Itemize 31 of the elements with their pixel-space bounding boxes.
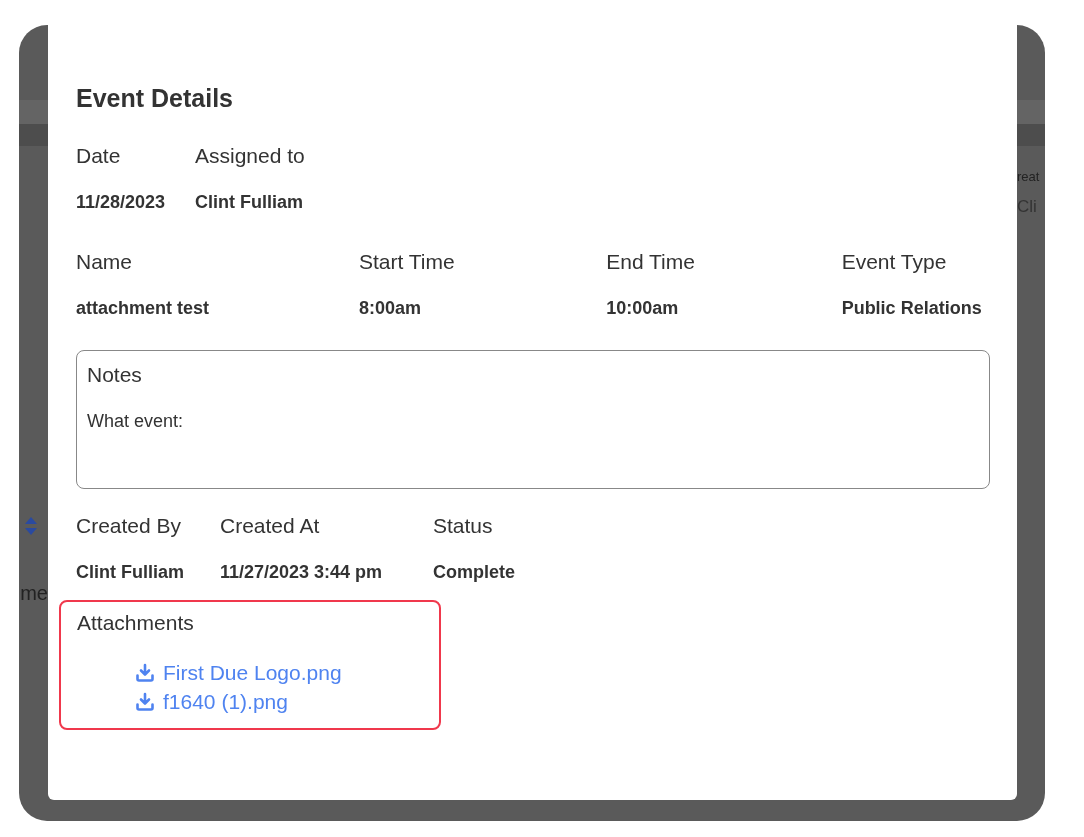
field-value: 10:00am	[606, 297, 680, 319]
field-label: Created By	[76, 513, 183, 539]
table-header-band	[1017, 124, 1045, 146]
attachments-label: Attachments	[77, 610, 195, 636]
download-icon	[135, 691, 155, 712]
column-label: me	[19, 581, 48, 605]
field-value: 11/27/2023 3:44 pm	[220, 561, 384, 583]
modal-title: Event Details	[76, 83, 234, 113]
field-label: Start Time	[358, 249, 456, 275]
field-value: Complete	[433, 561, 516, 583]
field-value: 11/28/2023	[76, 191, 167, 213]
field-value: attachment test	[76, 297, 211, 319]
field-label: Status	[433, 513, 494, 539]
field-label: End Time	[606, 249, 696, 275]
field-value: Clint Fulliam	[76, 561, 185, 583]
attachment-link[interactable]: First Due Logo.png	[135, 658, 342, 687]
attachment-link[interactable]: f1640 (1).png	[135, 687, 288, 716]
notes-label: Notes	[87, 362, 143, 388]
field-label: Assigned to	[195, 143, 306, 169]
field-label: Event Type	[841, 249, 948, 275]
field-value: 8:00am	[358, 297, 422, 319]
field-value: Public Relations	[841, 297, 983, 319]
notes-text: What event:	[87, 410, 185, 432]
sort-icon	[24, 516, 38, 536]
column-label: reat	[1017, 168, 1041, 186]
field-label: Created At	[220, 513, 321, 539]
field-label: Date	[76, 143, 122, 169]
field-label: Name	[76, 249, 134, 275]
field-value: Clint Fulliam	[195, 191, 304, 213]
table-header-band	[19, 124, 48, 146]
download-icon	[135, 662, 155, 683]
